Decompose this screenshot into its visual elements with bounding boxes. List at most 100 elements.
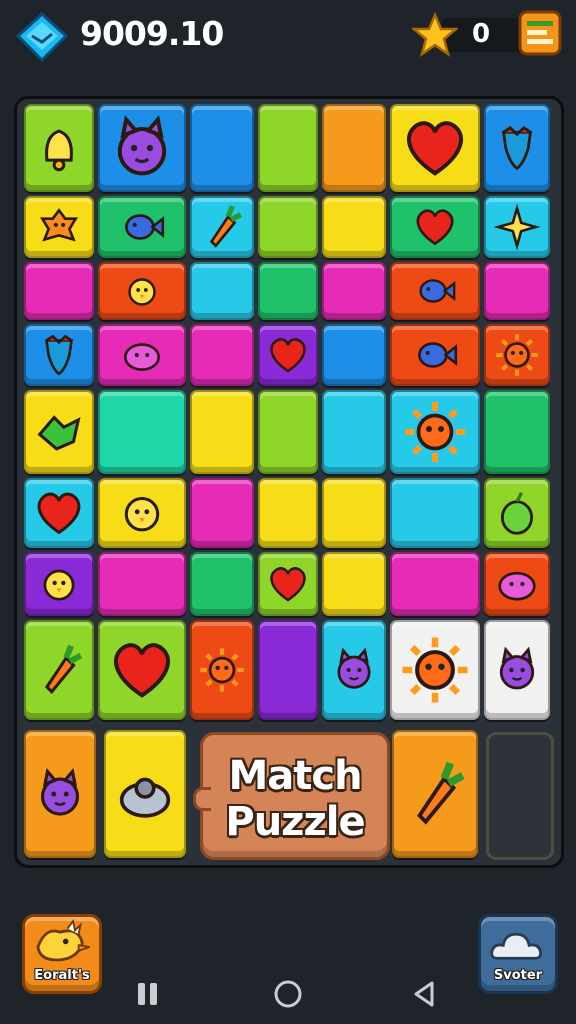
fish-icon (419, 279, 456, 303)
carrot-icon (417, 761, 465, 825)
tile-r6-c6[interactable] (484, 552, 550, 616)
tile-r1-c6[interactable] (484, 196, 550, 258)
tile-r1-c0[interactable] (24, 196, 94, 258)
tile-r5-c1[interactable] (98, 478, 186, 548)
chick-icon (128, 278, 156, 306)
tile-r3-c5[interactable] (390, 324, 480, 386)
tile-r3-c3[interactable] (258, 324, 318, 386)
fish-icon (418, 342, 458, 368)
tile-r1-c1[interactable] (98, 196, 186, 258)
tile-r3-c6[interactable] (484, 324, 550, 386)
tile-r2-c6[interactable] (484, 262, 550, 320)
tile-r3-c4[interactable] (322, 324, 386, 386)
tile-r7-c6[interactable] (484, 620, 550, 720)
tile-r3-c1[interactable] (98, 324, 186, 386)
tile-r4-c5[interactable] (390, 390, 480, 474)
tile-r7-c4[interactable] (322, 620, 386, 720)
tile-r7-c1[interactable] (98, 620, 186, 720)
tile-r3-c2[interactable] (190, 324, 254, 386)
tile-r4-c3[interactable] (258, 390, 318, 474)
heart-icon (113, 643, 171, 698)
star-count: 0 (472, 19, 491, 49)
tile-r1-c3[interactable] (258, 196, 318, 258)
tile-r0-c6[interactable] (484, 104, 550, 192)
tile-r4-c4[interactable] (322, 390, 386, 474)
tile-r0-c0[interactable] (24, 104, 94, 192)
bird-icon (119, 777, 171, 818)
tile-r2-c5[interactable] (390, 262, 480, 320)
tile-r4-c1[interactable] (98, 390, 186, 474)
tile-r3-c0[interactable] (24, 324, 94, 386)
blob-icon (124, 343, 160, 371)
tile-r6-c2[interactable] (190, 552, 254, 616)
heart-icon (37, 492, 81, 535)
fish-icon (125, 214, 165, 240)
tile-r6-c4[interactable] (322, 552, 386, 616)
tile-r5-c4[interactable] (322, 478, 386, 548)
bird-icon (36, 919, 91, 962)
left-action-button[interactable]: Eoralt's (22, 914, 102, 994)
tile-r0-c5[interactable] (390, 104, 480, 192)
coin-balance: 9009.10 (80, 14, 224, 53)
empty-slot (486, 732, 554, 860)
sun-icon (496, 334, 538, 376)
tile-r5-c2[interactable] (190, 478, 254, 548)
star4-icon (493, 203, 541, 251)
back-icon[interactable] (410, 978, 438, 1010)
title-line-match: Match (228, 753, 362, 799)
carrot-icon (44, 644, 83, 694)
tile-r7-c2[interactable] (190, 620, 254, 720)
tile-r0-c3[interactable] (258, 104, 318, 192)
tile-r2-c1[interactable] (98, 262, 186, 320)
heart-icon (416, 209, 454, 246)
title-card: Match Puzzle (193, 732, 390, 860)
right-button-label: Svoter (493, 968, 543, 983)
tile-r8-c5[interactable] (392, 730, 478, 858)
tile-r2-c3[interactable] (258, 262, 318, 320)
flower-icon (40, 208, 78, 242)
right-action-button[interactable]: Svoter (478, 914, 558, 994)
carrot-icon (209, 205, 243, 248)
shield-icon (44, 334, 74, 376)
cat-icon (499, 646, 535, 690)
tile-r2-c0[interactable] (24, 262, 94, 320)
sun-icon (405, 402, 465, 462)
heart-icon (270, 567, 306, 602)
tile-r0-c1[interactable] (98, 104, 186, 192)
home-icon[interactable] (272, 978, 304, 1010)
tile-r0-c4[interactable] (322, 104, 386, 192)
tile-r4-c6[interactable] (484, 390, 550, 474)
lime-icon (500, 491, 534, 535)
tile-r4-c2[interactable] (190, 390, 254, 474)
tile-r7-c5[interactable] (390, 620, 480, 720)
tile-r2-c2[interactable] (190, 262, 254, 320)
tile-r1-c4[interactable] (322, 196, 386, 258)
tile-r0-c2[interactable] (190, 104, 254, 192)
menu-icon[interactable] (518, 10, 562, 56)
tile-r5-c6[interactable] (484, 478, 550, 548)
tile-r7-c0[interactable] (24, 620, 94, 720)
blob-icon (498, 571, 536, 601)
shield-icon (501, 125, 533, 170)
tile-r4-c0[interactable] (24, 390, 94, 474)
tile-r6-c5[interactable] (390, 552, 480, 616)
sun-icon (200, 648, 244, 692)
tile-r6-c3[interactable] (258, 552, 318, 616)
tile-r1-c2[interactable] (190, 196, 254, 258)
tile-r8-c0[interactable] (24, 730, 96, 858)
tile-r5-c5[interactable] (390, 478, 480, 548)
recents-icon[interactable] (134, 978, 162, 1010)
tile-r1-c5[interactable] (390, 196, 480, 258)
chick-icon (43, 569, 75, 601)
tile-r6-c1[interactable] (98, 552, 186, 616)
left-button-label: Eoralt's (34, 968, 90, 983)
tile-r8-c1[interactable] (104, 730, 186, 858)
title-line-puzzle: Puzzle (225, 799, 365, 845)
tile-r7-c3[interactable] (258, 620, 318, 720)
tile-r6-c0[interactable] (24, 552, 94, 616)
tile-r2-c4[interactable] (322, 262, 386, 320)
star-counter: 0 (412, 12, 526, 57)
tile-r5-c0[interactable] (24, 478, 94, 548)
tile-r5-c3[interactable] (258, 478, 318, 548)
sun-icon (402, 637, 468, 703)
